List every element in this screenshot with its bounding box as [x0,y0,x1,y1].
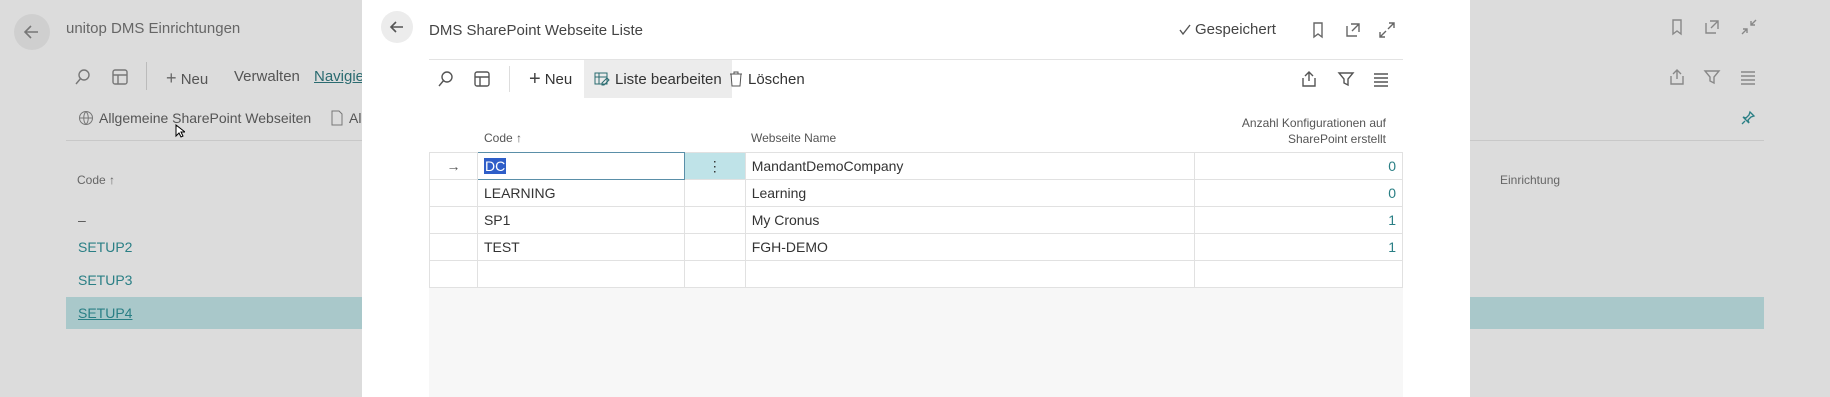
plus-icon: + [166,68,177,88]
edit-list-button[interactable]: Liste bearbeiten [584,60,732,98]
search-icon[interactable] [437,60,455,98]
delete-label: Löschen [748,70,805,88]
plus-icon: + [529,67,541,90]
background-manage-button[interactable]: Verwalten [234,68,300,85]
name-cell[interactable]: Learning [744,179,1196,207]
mouse-cursor-icon [175,124,185,138]
pin-icon[interactable] [1740,110,1756,126]
layout-icon[interactable] [111,68,129,86]
count-cell[interactable]: 1 [1194,233,1403,261]
arrow-left-icon [389,21,403,33]
new-label: Neu [544,70,573,88]
count-cell[interactable] [1194,260,1403,288]
table-row[interactable]: → DC ⋮ MandantDemoCompany 0 [429,152,1403,180]
new-button[interactable]: + Neu [525,60,576,98]
list-item[interactable]: SETUP2 [78,239,132,255]
list-view-icon[interactable] [1739,68,1757,86]
config-count-column-header[interactable]: Anzahl Konfigurationen auf SharePoint er… [1162,115,1386,147]
code-cell[interactable]: TEST [476,233,685,261]
background-navigate-tab[interactable]: Navigier [314,68,369,85]
code-cell[interactable]: LEARNING [476,179,685,207]
share-icon[interactable] [1668,68,1686,86]
layout-icon[interactable] [473,60,491,98]
list-item[interactable]: SETUP4 [78,305,132,321]
modal-toolbar: + Neu Liste bearbeiten Löschen [429,60,1403,98]
general-sites-action[interactable]: Allgemeine SharePoint Webseiten [78,110,311,126]
new-empty-row[interactable] [429,260,1403,288]
saved-label: Gespeichert [1195,21,1276,38]
next-promoted-action[interactable]: Al [330,110,361,126]
checkmark-icon [1179,24,1191,35]
code-cell-text: DC [483,158,507,174]
bookmark-icon[interactable] [1668,18,1686,36]
row-indicator-arrow-icon: → [429,152,478,180]
search-icon[interactable] [74,68,92,86]
name-cell[interactable]: FGH-DEMO [744,233,1196,261]
open-new-window-icon[interactable] [1703,18,1721,36]
row-action-cell [683,260,746,288]
background-new-label: Neu [180,71,209,88]
share-icon[interactable] [1300,60,1318,98]
open-new-window-icon[interactable] [1344,21,1362,39]
background-setup-header[interactable]: Einrichtung [1500,173,1560,187]
table-row[interactable]: TEST FGH-DEMO 1 [429,233,1403,261]
background-code-header[interactable]: Code ↑ [77,173,115,187]
config-count-header-line2: SharePoint erstellt [1287,132,1386,146]
modal-back-button[interactable] [381,11,413,43]
row-action-cell [683,206,746,234]
delete-button[interactable]: Löschen [729,60,805,98]
next-promoted-label: Al [349,110,362,126]
globe-icon [79,111,93,125]
code-cell[interactable] [476,260,685,288]
name-cell[interactable]: My Cronus [744,206,1196,234]
action-divider [146,62,147,90]
background-page-title: unitop DMS Einrichtungen [66,20,241,37]
row-action-cell [683,233,746,261]
expand-icon[interactable] [1378,21,1396,39]
row-action-cell [683,179,746,207]
more-options-icon[interactable]: ⋮ [683,152,746,180]
code-cell[interactable]: DC [476,152,685,180]
arrow-left-icon [23,25,38,39]
filter-icon[interactable] [1337,60,1355,98]
saved-status: Gespeichert [1178,21,1276,38]
trash-icon [730,71,742,87]
edit-list-label: Liste bearbeiten [615,70,722,88]
table-row[interactable]: SP1 My Cronus 1 [429,206,1403,234]
config-count-header-line1: Anzahl Konfigurationen auf [1241,116,1386,130]
row-indicator [429,233,478,261]
website-name-column-header[interactable]: Webseite Name [751,131,836,145]
code-cell[interactable]: SP1 [476,206,685,234]
background-new-button[interactable]: + Neu [166,68,208,89]
general-sites-label: Allgemeine SharePoint Webseiten [99,110,312,126]
row-indicator [429,260,478,288]
list-item[interactable]: – [78,212,86,228]
list-item[interactable]: SETUP3 [78,272,132,288]
collapse-icon[interactable] [1740,18,1758,36]
background-back-button[interactable] [14,14,50,50]
modal-dialog: DMS SharePoint Webseite Liste Gespeicher… [362,0,1470,397]
row-indicator [429,179,478,207]
list-view-icon[interactable] [1372,60,1390,98]
document-icon [331,110,343,126]
edit-table-icon [594,72,610,86]
row-indicator [429,206,478,234]
modal-title: DMS SharePoint Webseite Liste [429,22,643,39]
name-cell[interactable]: MandantDemoCompany [744,152,1196,180]
count-cell[interactable]: 0 [1194,152,1403,180]
bookmark-icon[interactable] [1309,21,1327,39]
website-table: → DC ⋮ MandantDemoCompany 0 LEARNING Lea… [429,152,1403,288]
count-cell[interactable]: 0 [1194,179,1403,207]
toolbar-divider [509,66,510,92]
count-cell[interactable]: 1 [1194,206,1403,234]
table-row[interactable]: LEARNING Learning 0 [429,179,1403,207]
code-column-header[interactable]: Code ↑ [484,131,522,145]
filter-icon[interactable] [1703,68,1721,86]
name-cell[interactable] [744,260,1196,288]
